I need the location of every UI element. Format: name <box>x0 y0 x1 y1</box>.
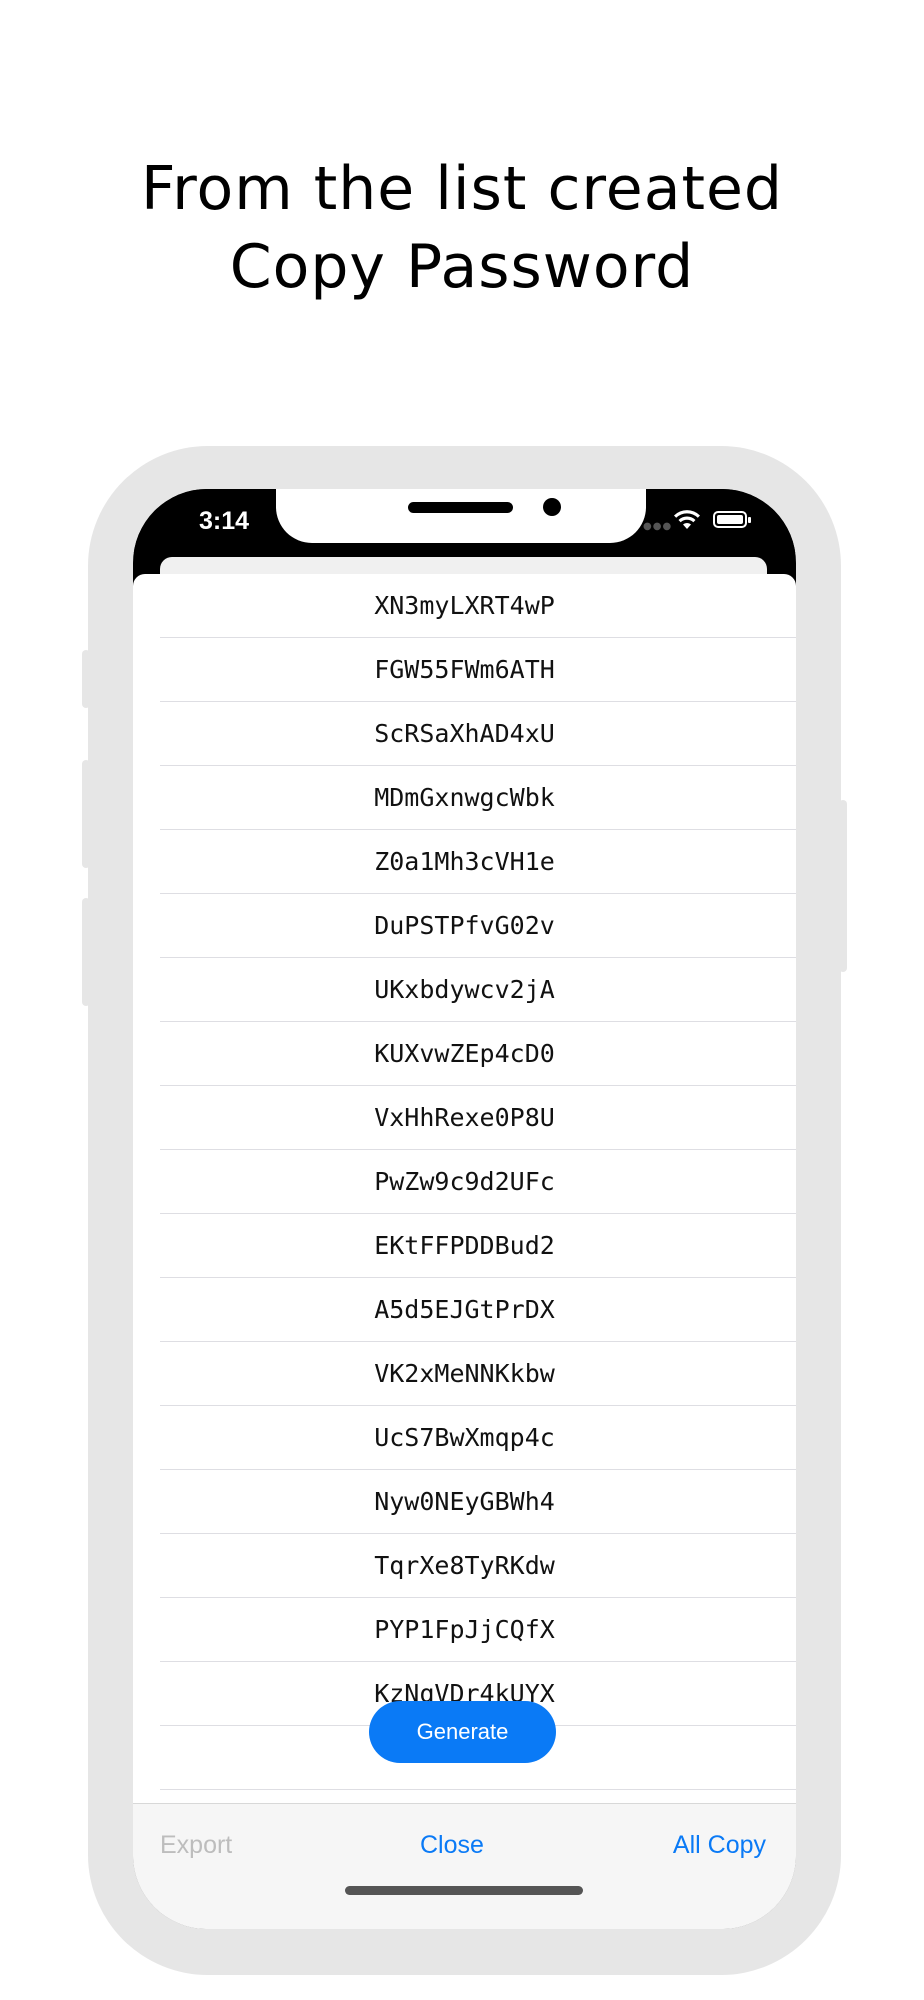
password-row[interactable]: PwZw9c9d2UFc <box>160 1150 796 1214</box>
password-row[interactable]: VxHhRexe0P8U <box>160 1086 796 1150</box>
signal-dots-icon: ●●● <box>643 521 673 532</box>
password-row[interactable]: UcS7BwXmqp4c <box>160 1406 796 1470</box>
password-list-sheet: XN3myLXRT4wP FGW55FWm6ATH ScRSaXhAD4xU MDmG… <box>133 574 796 1929</box>
password-text: KUXvwZEp4cD0 <box>374 1039 555 1068</box>
password-text: FGW55FWm6ATH <box>374 655 555 684</box>
password-text: VK2xMeNNKkbw <box>374 1359 555 1388</box>
headline: From the list created Copy Password <box>0 150 924 306</box>
password-row[interactable]: FGW55FWm6ATH <box>160 638 796 702</box>
phone-power-button <box>839 800 847 972</box>
password-text: PYP1FpJjCQfX <box>374 1615 555 1644</box>
phone-volume-up <box>82 760 90 868</box>
front-camera <box>543 498 561 516</box>
battery-tip <box>748 517 751 523</box>
password-row[interactable]: XN3myLXRT4wP <box>160 574 796 638</box>
bottom-toolbar: Export Close All Copy <box>133 1803 796 1929</box>
phone-silent-switch <box>82 650 90 708</box>
phone-volume-down <box>82 898 90 1006</box>
password-text: A5d5EJGtPrDX <box>374 1295 555 1324</box>
password-row[interactable]: VK2xMeNNKkbw <box>160 1342 796 1406</box>
password-row[interactable]: KUXvwZEp4cD0 <box>160 1022 796 1086</box>
password-text: MDmGxnwgcWbk <box>374 783 555 812</box>
password-text: TqrXe8TyRKdw <box>374 1551 555 1580</box>
status-bar: 3:14 ●●● <box>133 489 796 553</box>
export-button[interactable]: Export <box>160 1831 232 1860</box>
password-row[interactable]: EKtFFPDDBud2 <box>160 1214 796 1278</box>
password-text: DuPSTPfvG02v <box>374 911 555 940</box>
password-text: XN3myLXRT4wP <box>374 591 555 620</box>
password-row[interactable]: Z0a1Mh3cVH1e <box>160 830 796 894</box>
password-text: PwZw9c9d2UFc <box>374 1167 555 1196</box>
password-row[interactable]: Ag9vSJSktrXx <box>160 1790 796 1803</box>
status-time: 3:14 <box>199 507 250 535</box>
password-row[interactable]: PYP1FpJjCQfX <box>160 1598 796 1662</box>
password-row[interactable]: ScRSaXhAD4xU <box>160 702 796 766</box>
speaker-grille <box>408 502 513 513</box>
notch <box>276 489 646 543</box>
password-text: VxHhRexe0P8U <box>374 1103 555 1132</box>
battery-icon <box>713 511 747 528</box>
page: From the list created Copy Password 3:14… <box>0 0 924 2000</box>
headline-line-2: Copy Password <box>229 232 695 302</box>
password-row[interactable]: Nyw0NEyGBWh4 <box>160 1470 796 1534</box>
password-row[interactable]: TqrXe8TyRKdw <box>160 1534 796 1598</box>
all-copy-button[interactable]: All Copy <box>673 1831 766 1860</box>
wifi-icon <box>673 509 701 536</box>
generate-button[interactable]: Generate <box>369 1701 556 1763</box>
password-row[interactable]: UKxbdywcv2jA <box>160 958 796 1022</box>
password-text: Nyw0NEyGBWh4 <box>374 1487 555 1516</box>
password-text: UKxbdywcv2jA <box>374 975 555 1004</box>
close-button[interactable]: Close <box>420 1831 484 1860</box>
password-row[interactable]: DuPSTPfvG02v <box>160 894 796 958</box>
battery-level <box>717 515 743 524</box>
password-list[interactable]: XN3myLXRT4wP FGW55FWm6ATH ScRSaXhAD4xU MDmG… <box>133 574 796 1803</box>
password-text: Z0a1Mh3cVH1e <box>374 847 555 876</box>
password-row[interactable]: A5d5EJGtPrDX <box>160 1278 796 1342</box>
password-text: EKtFFPDDBud2 <box>374 1231 555 1260</box>
phone-screen: 3:14 ●●● XN3myLXRT4wP FGW55FWm6ATH ScRSa… <box>133 489 796 1929</box>
password-row[interactable]: MDmGxnwgcWbk <box>160 766 796 830</box>
headline-line-1: From the list created <box>140 154 783 224</box>
password-text: UcS7BwXmqp4c <box>374 1423 555 1452</box>
password-text: ScRSaXhAD4xU <box>374 719 555 748</box>
home-indicator <box>345 1886 583 1895</box>
status-icons: ●●● <box>643 509 763 533</box>
